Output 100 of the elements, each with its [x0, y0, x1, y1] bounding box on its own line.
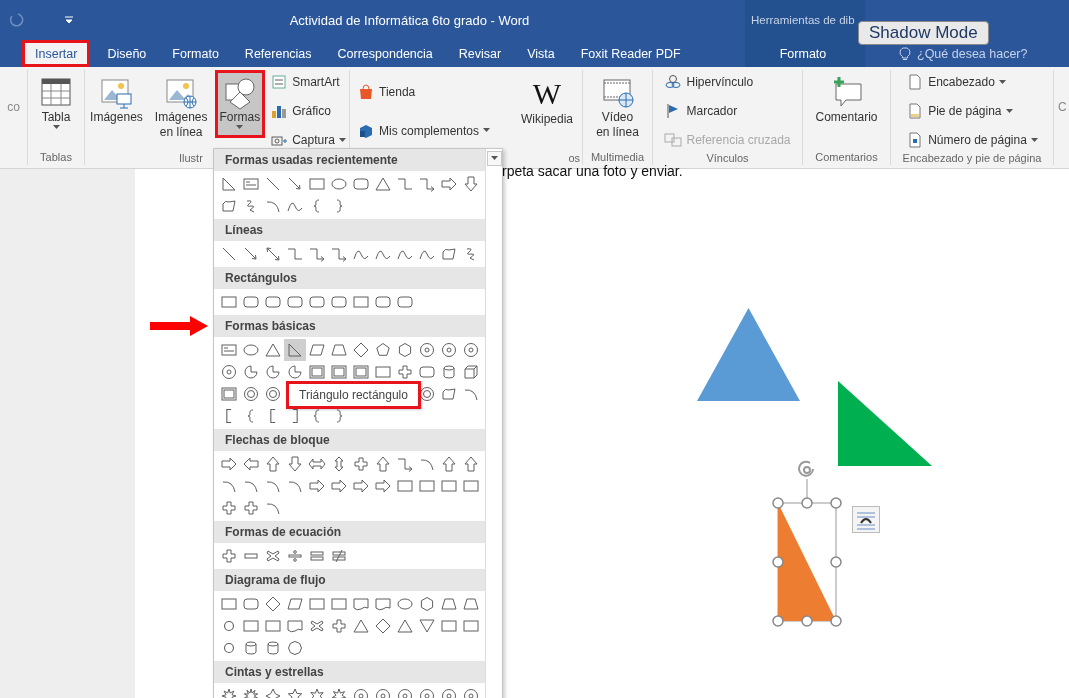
shape-icon: [462, 478, 480, 494]
tell-me-field[interactable]: ¿Qué desea hacer?: [915, 46, 1059, 62]
shape-icon: [264, 548, 282, 564]
ribbon-button[interactable]: Captura: [267, 130, 349, 150]
shape-icon: [374, 478, 392, 494]
group-label: Comentarios: [815, 150, 878, 165]
shape-icon: [440, 596, 458, 612]
shape-icon: [462, 386, 480, 402]
shape-icon: [313, 409, 321, 423]
wikipedia-logo-icon: W: [532, 76, 562, 112]
rotate-handle-icon[interactable]: [798, 460, 814, 477]
context-tools-label: Herramientas de dib: [751, 14, 855, 26]
ribbon-tab[interactable]: Referencias: [231, 40, 325, 67]
shape-icon: [352, 618, 370, 634]
store-bag-icon: [357, 83, 375, 100]
ribbon-tab[interactable]: Foxit Reader PDF: [567, 40, 694, 67]
ribbon-tab[interactable]: Diseño: [94, 40, 160, 67]
shape-icon: [330, 478, 348, 494]
ribbon-button[interactable]: Encabezado: [903, 72, 1041, 92]
scroll-up-button[interactable]: [486, 151, 502, 166]
section-title: Líneas: [225, 223, 263, 237]
shape-icon: [220, 548, 238, 564]
right-triangle-shape[interactable]: [838, 381, 932, 466]
ribbon-button[interactable]: Mis complementos: [354, 120, 494, 141]
up-caret-icon: [490, 156, 498, 161]
shape-icon: [220, 294, 238, 310]
shape-icon: [264, 456, 282, 472]
ribbon-button[interactable]: Pie de página: [903, 101, 1041, 121]
ribbon-button[interactable]: Tabla: [34, 70, 78, 138]
shape-icon: [308, 548, 326, 564]
group-label: Multimedia: [590, 150, 645, 165]
ribbon-button[interactable]: Tienda: [354, 81, 494, 102]
shape-icon: [264, 198, 282, 214]
ribbon-tab[interactable]: Formato: [159, 40, 232, 67]
caret-icon: [236, 125, 244, 130]
group-label: Vínculos: [706, 151, 749, 166]
caret-icon: [338, 137, 346, 143]
shape-icon: [462, 364, 480, 380]
shape-icon: [264, 246, 282, 262]
lightbulb-icon: [899, 47, 911, 61]
ribbon-button[interactable]: Imágenes en línea: [149, 70, 213, 145]
shape-icon: [396, 176, 414, 192]
online-picture-icon: [164, 76, 199, 110]
shape-icon: [330, 246, 348, 262]
shape-icon: [330, 364, 348, 380]
group-label: Ilustr: [179, 151, 203, 166]
ribbon-tab[interactable]: Vista: [514, 40, 568, 67]
mode-badge: Shadow Mode: [858, 21, 989, 45]
caret-icon: [998, 79, 1006, 85]
group-label: os: [568, 151, 580, 166]
ribbon-button[interactable]: W Wikipedia: [515, 70, 578, 138]
shape-icon: [308, 364, 326, 380]
ribbon-button[interactable]: Formas: [214, 70, 266, 138]
section-title: Cintas y estrellas: [225, 665, 324, 679]
shape-icon: [330, 596, 348, 612]
shape-icon: [396, 364, 414, 380]
shape-icon: [242, 456, 260, 472]
shape-icon: [242, 596, 260, 612]
shape-icon: [374, 342, 392, 358]
shape-icon: [396, 618, 414, 634]
shape-icon: [374, 456, 392, 472]
shape-icon: [264, 478, 282, 494]
ribbon-tab[interactable]: Revisar: [445, 40, 515, 67]
shape-icon: [226, 409, 232, 423]
add-in-icon: [357, 122, 375, 139]
triangle-shape[interactable]: [697, 308, 800, 401]
rotate-handle-line: [806, 478, 808, 499]
ribbon-button[interactable]: Imágenes: [85, 70, 148, 138]
ribbon-tab[interactable]: Correspondencia: [324, 40, 446, 67]
shape-icon: [220, 176, 238, 192]
ribbon-button[interactable]: Hipervínculo: [661, 72, 794, 92]
section-title: Rectángulos: [225, 271, 297, 285]
ribbon-button[interactable]: Vídeo en línea: [589, 70, 646, 145]
section-title: Formas de ecuación: [225, 525, 342, 539]
shape-icon: [462, 596, 480, 612]
section-title: Formas usadas recientemente: [225, 153, 398, 167]
customize-toolbar-icon[interactable]: [64, 16, 74, 24]
shape-icon: [335, 409, 343, 423]
shape-icon: [330, 294, 348, 310]
ribbon-button[interactable]: Marcador: [661, 101, 794, 121]
shape-icon: [264, 364, 282, 380]
right-triangle-shape[interactable]: [772, 497, 842, 627]
ribbon-button[interactable]: SmartArt: [267, 72, 349, 92]
shape-icon: [330, 548, 348, 564]
tooltip: Triángulo rectángulo: [286, 381, 421, 409]
layout-options-icon[interactable]: [852, 506, 880, 533]
ribbon-button[interactable]: Comentario: [810, 70, 883, 138]
shape-icon: [220, 342, 238, 358]
shape-icon: [440, 478, 458, 494]
shape-icon: [270, 409, 276, 423]
shape-icon: [440, 364, 458, 380]
ribbon-tab[interactable]: Insertar: [22, 40, 91, 67]
smartart-icon: [270, 74, 289, 90]
shape-icon: [374, 364, 392, 380]
shape-icon: [242, 386, 260, 402]
undo-icon[interactable]: [8, 12, 24, 28]
ribbon-button[interactable]: Número de página: [903, 130, 1041, 150]
shape-icon: [462, 176, 480, 192]
shape-icon: [292, 409, 298, 423]
ribbon-button[interactable]: Gráfico: [267, 101, 349, 121]
